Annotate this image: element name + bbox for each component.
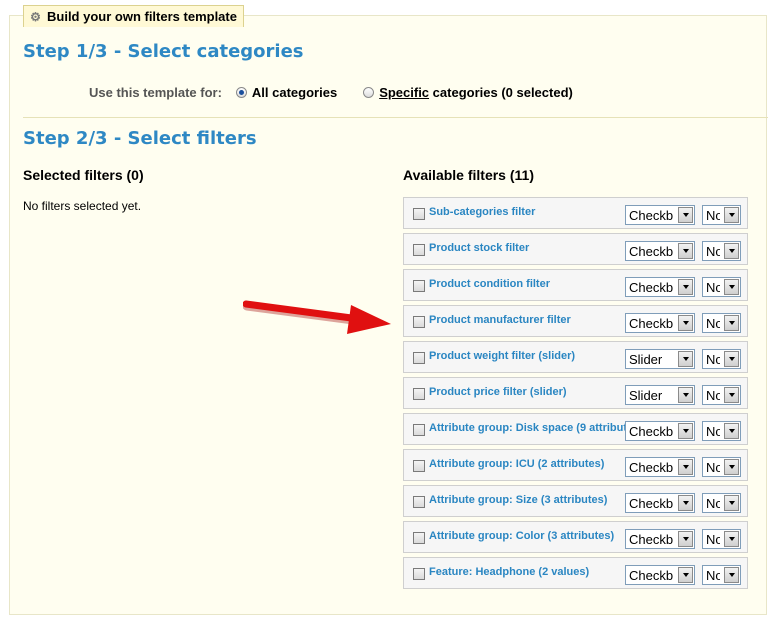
filter-type-select[interactable]: Checkb: [625, 421, 695, 441]
filter-name[interactable]: Attribute group: Disk space (9 attribute…: [429, 422, 625, 434]
specific-categories-count: categories (0 selected): [432, 84, 573, 100]
filter-type-select[interactable]: Checkb: [625, 205, 695, 225]
filter-type-select[interactable]: Checkb: [625, 565, 695, 585]
radio-all-categories[interactable]: [235, 86, 247, 98]
filter-name[interactable]: Attribute group: Color (3 attributes): [429, 530, 625, 542]
dropdown-arrow-icon[interactable]: [678, 207, 693, 223]
filter-name[interactable]: Sub-categories filter: [429, 206, 625, 218]
radio-specific-categories[interactable]: [363, 86, 375, 98]
filter-row: Attribute group: Disk space (9 attribute…: [403, 413, 748, 445]
panel-tab: ⚙ Build your own filters template: [23, 5, 244, 27]
dropdown-arrow-icon[interactable]: [678, 387, 693, 403]
dropdown-arrow-icon[interactable]: [724, 351, 739, 367]
filter-checkbox[interactable]: [413, 316, 425, 328]
filter-checkbox[interactable]: [413, 280, 425, 292]
use-template-label: Use this template for:: [89, 84, 222, 100]
filter-checkbox[interactable]: [413, 352, 425, 364]
filter-type-select[interactable]: Checkb: [625, 493, 695, 513]
filter-visibility-select[interactable]: No: [702, 421, 741, 441]
dropdown-arrow-icon[interactable]: [678, 315, 693, 331]
filter-checkbox[interactable]: [413, 568, 425, 580]
step1-title: Step 1/3 - Select categories: [23, 41, 304, 62]
empty-filters-message: No filters selected yet.: [23, 199, 142, 213]
filter-name[interactable]: Attribute group: ICU (2 attributes): [429, 458, 625, 470]
filter-row: Product condition filter Checkb No: [403, 269, 748, 301]
filter-name[interactable]: Product manufacturer filter: [429, 314, 625, 326]
filter-checkbox[interactable]: [413, 388, 425, 400]
dropdown-arrow-icon[interactable]: [678, 423, 693, 439]
dropdown-arrow-icon[interactable]: [724, 207, 739, 223]
filter-visibility-select[interactable]: No: [702, 349, 741, 369]
dropdown-arrow-icon[interactable]: [678, 243, 693, 259]
filter-row: Sub-categories filter Checkb No: [403, 197, 748, 229]
dropdown-arrow-icon[interactable]: [724, 531, 739, 547]
filter-row: Product weight filter (slider) Slider No: [403, 341, 748, 373]
filter-visibility-select[interactable]: No: [702, 385, 741, 405]
available-filters-title: Available filters (11): [403, 167, 534, 183]
dropdown-arrow-icon[interactable]: [678, 459, 693, 475]
filter-name[interactable]: Product stock filter: [429, 242, 625, 254]
red-arrow-icon: [243, 300, 391, 334]
dropdown-arrow-icon[interactable]: [724, 459, 739, 475]
filter-type-select[interactable]: Checkb: [625, 313, 695, 333]
filter-row: Attribute group: Size (3 attributes) Che…: [403, 485, 748, 517]
filter-row: Product stock filter Checkb No: [403, 233, 748, 265]
option-all-categories-label: All categories: [251, 84, 338, 100]
dropdown-arrow-icon[interactable]: [678, 495, 693, 511]
dropdown-arrow-icon[interactable]: [724, 567, 739, 583]
dropdown-arrow-icon[interactable]: [724, 423, 739, 439]
option-specific-categories-label: Specific categories (0 selected): [379, 85, 573, 100]
dropdown-arrow-icon[interactable]: [724, 495, 739, 511]
filter-checkbox[interactable]: [413, 208, 425, 220]
dropdown-arrow-icon[interactable]: [678, 351, 693, 367]
filter-name[interactable]: Product price filter (slider): [429, 386, 625, 398]
dropdown-arrow-icon[interactable]: [678, 531, 693, 547]
filter-type-select[interactable]: Checkb: [625, 241, 695, 261]
divider: [23, 117, 768, 118]
dropdown-arrow-icon[interactable]: [724, 387, 739, 403]
filter-name[interactable]: Attribute group: Size (3 attributes): [429, 494, 625, 506]
category-scope-row: Use this template for: All categories Sp…: [89, 83, 599, 101]
filter-type-select[interactable]: Slider: [625, 349, 695, 369]
filter-checkbox[interactable]: [413, 424, 425, 436]
filter-checkbox[interactable]: [413, 496, 425, 508]
filter-type-select[interactable]: Checkb: [625, 277, 695, 297]
filter-type-select[interactable]: Checkb: [625, 529, 695, 549]
dropdown-arrow-icon[interactable]: [724, 279, 739, 295]
filter-type-select[interactable]: Checkb: [625, 457, 695, 477]
available-filters-list: Sub-categories filter Checkb No Product …: [403, 197, 748, 593]
filter-name[interactable]: Product weight filter (slider): [429, 350, 625, 362]
gear-icon: ⚙: [30, 9, 41, 24]
filter-checkbox[interactable]: [413, 460, 425, 472]
filter-visibility-select[interactable]: No: [702, 313, 741, 333]
filter-type-select[interactable]: Slider: [625, 385, 695, 405]
panel-title: Build your own filters template: [47, 9, 237, 24]
filter-visibility-select[interactable]: No: [702, 277, 741, 297]
filter-visibility-select[interactable]: No: [702, 529, 741, 549]
dropdown-arrow-icon[interactable]: [724, 315, 739, 331]
dropdown-arrow-icon[interactable]: [678, 279, 693, 295]
filter-visibility-select[interactable]: No: [702, 565, 741, 585]
step2-title: Step 2/3 - Select filters: [23, 128, 257, 149]
filter-checkbox[interactable]: [413, 244, 425, 256]
filter-visibility-select[interactable]: No: [702, 205, 741, 225]
filter-row: Attribute group: ICU (2 attributes) Chec…: [403, 449, 748, 481]
filter-name[interactable]: Feature: Headphone (2 values): [429, 566, 625, 578]
filter-row: Product price filter (slider) Slider No: [403, 377, 748, 409]
filter-row: Feature: Headphone (2 values) Checkb No: [403, 557, 748, 589]
filter-visibility-select[interactable]: No: [702, 241, 741, 261]
filter-name[interactable]: Product condition filter: [429, 278, 625, 290]
filter-row: Product manufacturer filter Checkb No: [403, 305, 748, 337]
filter-visibility-select[interactable]: No: [702, 493, 741, 513]
filter-row: Attribute group: Color (3 attributes) Ch…: [403, 521, 748, 553]
dropdown-arrow-icon[interactable]: [724, 243, 739, 259]
filter-checkbox[interactable]: [413, 532, 425, 544]
specific-categories-link[interactable]: Specific: [379, 85, 429, 100]
dropdown-arrow-icon[interactable]: [678, 567, 693, 583]
filter-visibility-select[interactable]: No: [702, 457, 741, 477]
selected-filters-title: Selected filters (0): [23, 167, 144, 183]
